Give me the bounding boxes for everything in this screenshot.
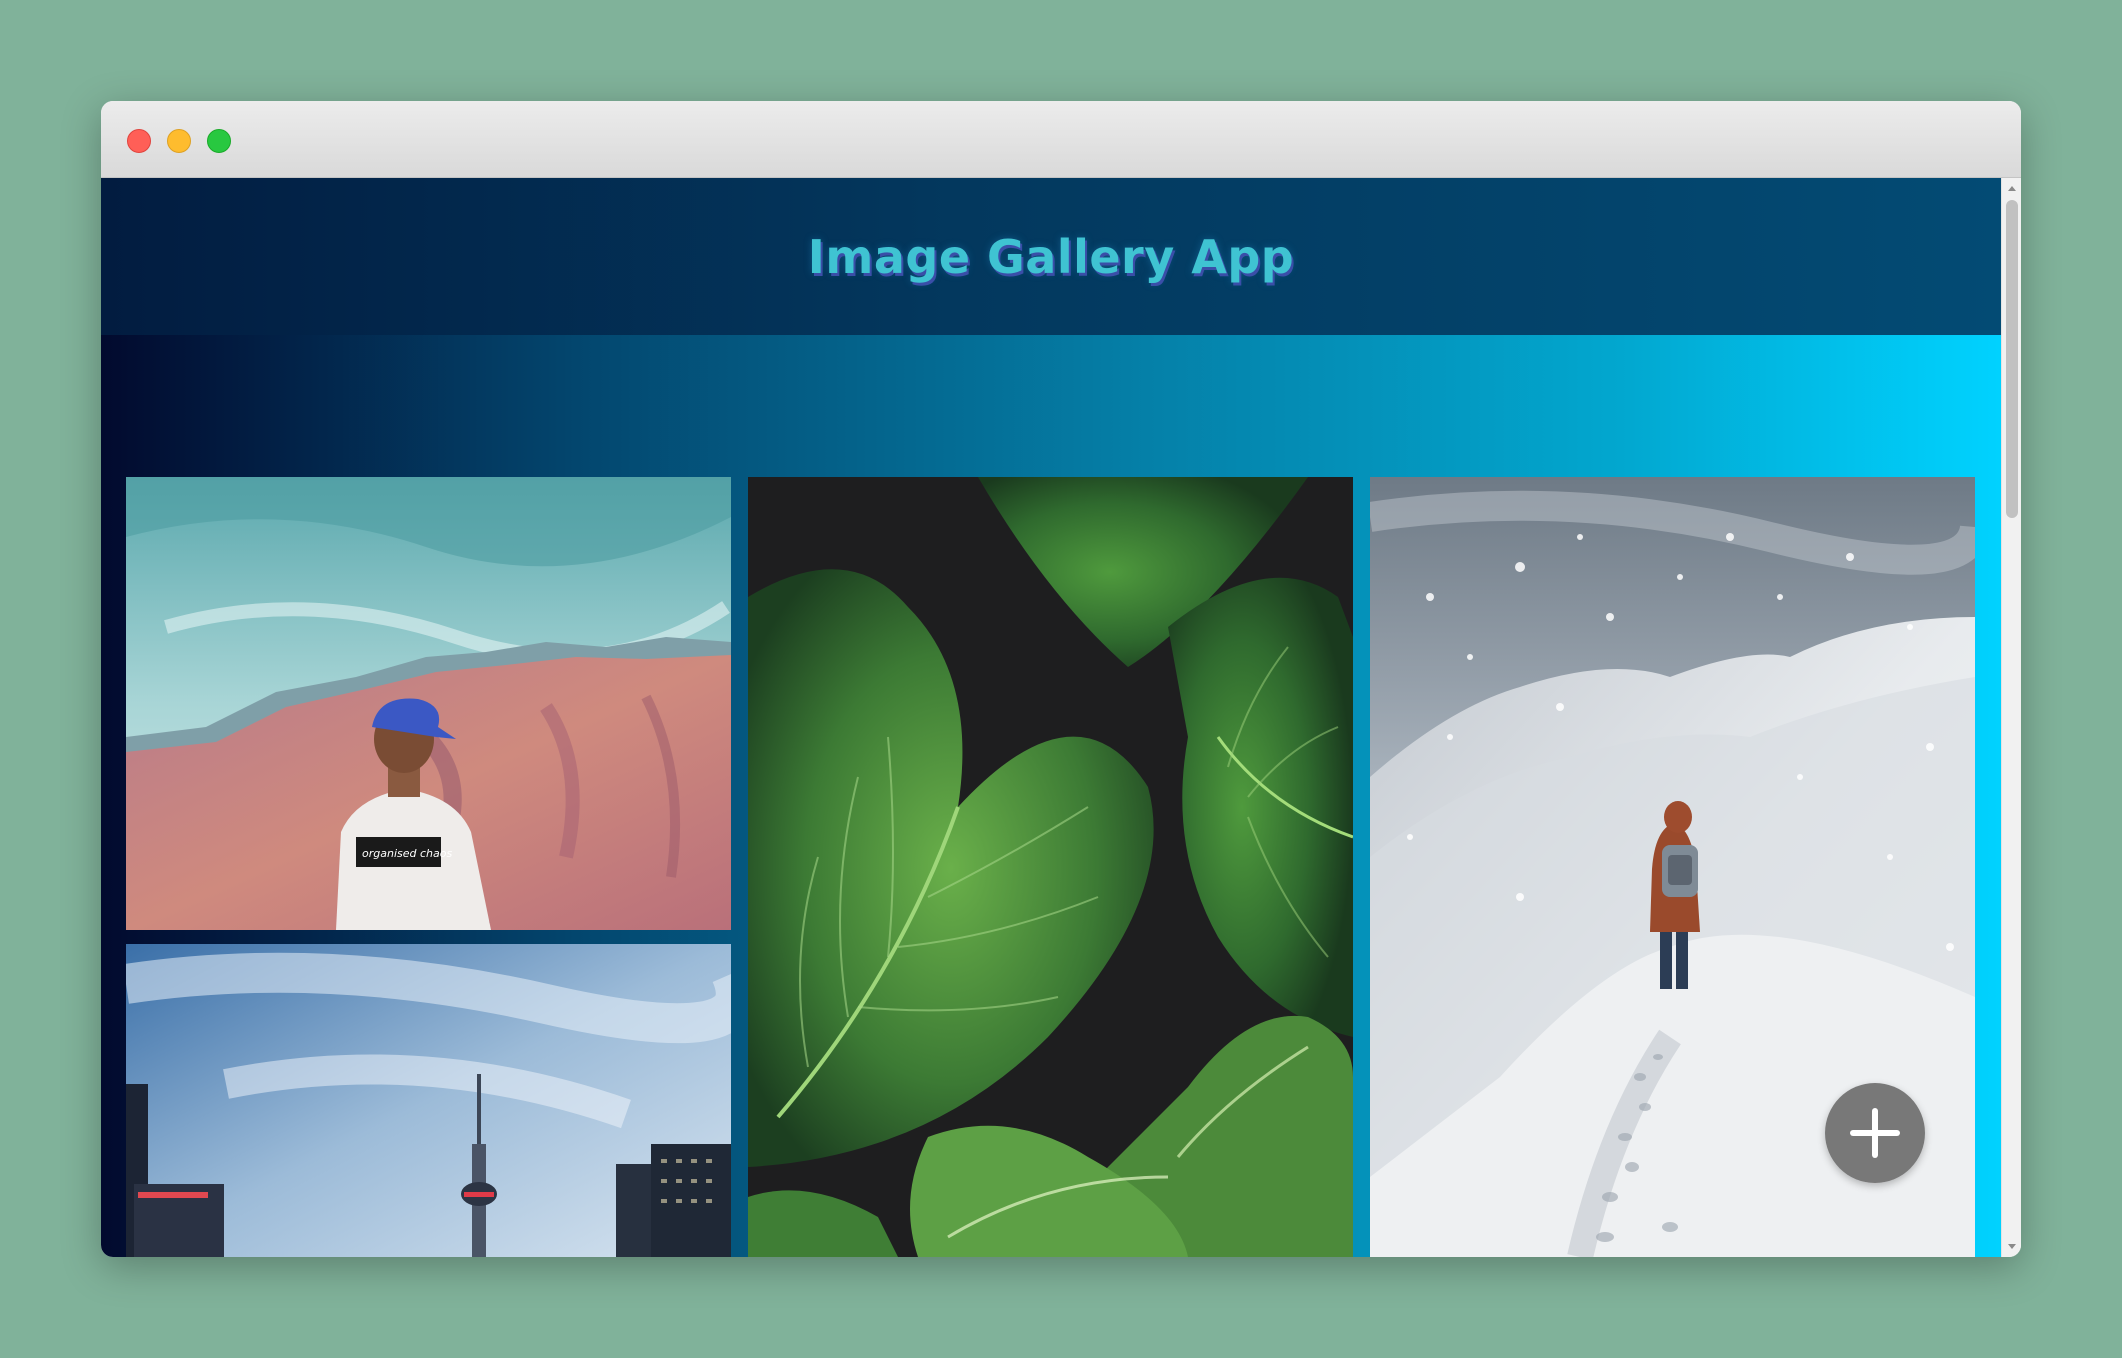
scrollbar-thumb[interactable]	[2006, 200, 2018, 518]
scroll-down-arrow[interactable]	[2002, 1237, 2021, 1255]
gallery-image-city-skyline[interactable]	[126, 944, 731, 1257]
city-skyline-image	[126, 944, 731, 1257]
shirt-text: organised chaos	[362, 847, 452, 860]
gallery-image-mountain-man[interactable]: organised chaos	[126, 477, 731, 930]
page-title: Image Gallery App	[807, 230, 1295, 284]
green-leaves-image	[748, 477, 1353, 1257]
gallery-image-green-leaves[interactable]	[748, 477, 1353, 1257]
minimize-window-button[interactable]	[167, 129, 191, 153]
arrow-down-icon	[2008, 1244, 2016, 1249]
scroll-up-arrow[interactable]	[2002, 180, 2021, 198]
mountain-man-image: organised chaos	[126, 477, 731, 930]
close-window-button[interactable]	[127, 129, 151, 153]
plus-icon	[1850, 1108, 1900, 1158]
app-header: Image Gallery App	[101, 178, 2001, 335]
browser-window: Image Gallery App organised chaos	[101, 101, 2021, 1257]
maximize-window-button[interactable]	[207, 129, 231, 153]
vertical-scrollbar[interactable]	[2001, 178, 2021, 1257]
arrow-up-icon	[2008, 186, 2016, 191]
page-viewport: Image Gallery App organised chaos	[101, 178, 2001, 1257]
add-image-button[interactable]	[1825, 1083, 1925, 1183]
window-titlebar	[101, 101, 2021, 178]
